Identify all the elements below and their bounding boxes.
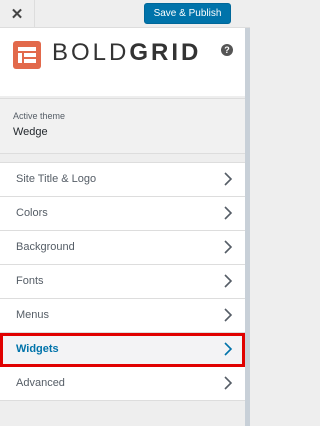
chevron-right-icon [224, 274, 233, 288]
active-theme-panel: Active theme Wedge [0, 98, 245, 154]
save-publish-button[interactable]: Save & Publish [144, 3, 231, 24]
active-theme-label: Active theme [13, 111, 66, 121]
chevron-right-icon [224, 376, 233, 390]
customizer-header: ✕ Save & Publish [0, 0, 250, 28]
menu-item-site-title-logo[interactable]: Site Title & Logo [0, 163, 245, 197]
brand-header: BOLDGRID ? [0, 28, 245, 96]
active-theme-name: Wedge [13, 126, 48, 138]
chevron-right-icon [224, 240, 233, 254]
menu-item-colors[interactable]: Colors [0, 197, 245, 231]
chevron-right-icon [224, 172, 233, 186]
menu-item-advanced[interactable]: Advanced [0, 367, 245, 401]
menu-item-background[interactable]: Background [0, 231, 245, 265]
boldgrid-logo-text: BOLDGRID [52, 39, 202, 66]
menu-item-menus[interactable]: Menus [0, 299, 245, 333]
menu-item-widgets[interactable]: Widgets [0, 333, 245, 367]
chevron-right-icon [224, 206, 233, 220]
menu-item-fonts[interactable]: Fonts [0, 265, 245, 299]
close-icon[interactable]: ✕ [0, 0, 35, 27]
boldgrid-logo-icon [13, 41, 41, 69]
customizer-menu: Site Title & Logo Colors Background Font… [0, 162, 245, 401]
preview-edge [245, 28, 250, 426]
chevron-right-icon [224, 308, 233, 322]
chevron-right-icon [224, 342, 233, 356]
help-icon[interactable]: ? [221, 44, 233, 56]
